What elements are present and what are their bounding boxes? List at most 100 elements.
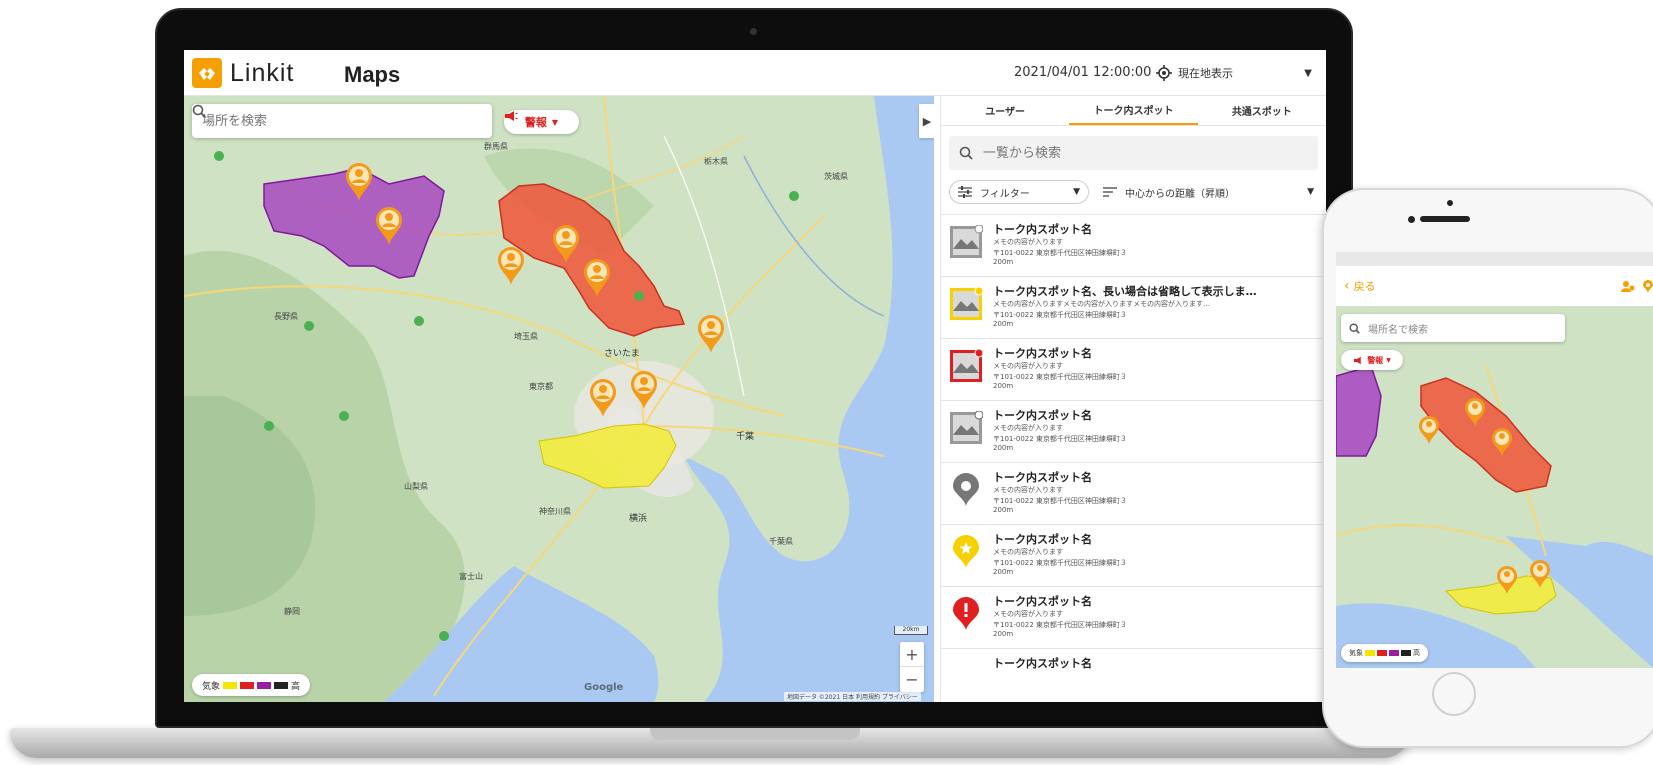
google-logo: Google xyxy=(584,682,624,693)
phone-nav-bar: ‹ 戻る xyxy=(1336,266,1653,306)
spot-title: トーク内スポット名 xyxy=(993,533,1092,546)
map-label: 横浜 xyxy=(629,514,648,524)
chevron-down-icon: ▼ xyxy=(1304,67,1312,79)
user-pin[interactable] xyxy=(496,246,526,286)
phone-map-view[interactable]: 場所名で検索 警報 ▼ 気象 高 xyxy=(1336,306,1653,668)
camera xyxy=(750,28,757,35)
spot-list: トーク内スポット名 メモの内容が入ります 〒101-0022 東京都千代田区神田… xyxy=(941,214,1326,702)
spot-list-item[interactable]: トーク内スポット名 メモの内容が入ります 〒101-0022 東京都千代田区神田… xyxy=(941,338,1326,400)
locate-dropdown[interactable]: 現在地表示 ▼ xyxy=(1156,60,1326,86)
map-search-box[interactable] xyxy=(192,104,492,138)
map-label: 東京都 xyxy=(529,382,553,391)
spot-address: 〒101-0022 東京都千代田区神田練塀町３ xyxy=(993,559,1127,567)
map-label: さいたま xyxy=(604,349,640,359)
map-label: 埼玉県 xyxy=(514,332,538,341)
user-pin[interactable] xyxy=(374,206,404,246)
user-pin[interactable] xyxy=(582,258,612,298)
spot-list-item[interactable]: トーク内スポット名、長い場合は省略して表示しま… メモの内容が入りますメモの内容… xyxy=(941,276,1326,338)
star-pin-icon xyxy=(949,535,983,569)
weather-legend: 気象 高 xyxy=(192,674,311,696)
phone-search-placeholder: 場所名で検索 xyxy=(1368,324,1428,336)
location-pin-icon xyxy=(949,473,983,507)
legend-swatch xyxy=(1401,650,1411,656)
alert-filter-button[interactable]: 警報 ▼ xyxy=(504,110,579,134)
megaphone-icon xyxy=(505,111,518,121)
map-attribution[interactable]: 地図データ ©2021 日本 利用規約 プライバシー xyxy=(784,692,921,701)
phone-alert-filter-button[interactable]: 警報 ▼ xyxy=(1341,350,1403,370)
logo-suffix: Maps xyxy=(344,62,401,87)
search-icon xyxy=(192,104,206,118)
spot-list-item[interactable]: トーク内スポット名 xyxy=(941,648,1326,702)
spot-distance: 200m xyxy=(993,382,1014,390)
spot-list-item[interactable]: トーク内スポット名 メモの内容が入ります 〒101-0022 東京都千代田区神田… xyxy=(941,462,1326,524)
phone-home-button[interactable] xyxy=(1432,672,1476,716)
back-button[interactable]: 戻る xyxy=(1354,278,1376,294)
user-pin[interactable] xyxy=(588,378,618,418)
legend-swatch xyxy=(1377,650,1387,656)
user-pin[interactable] xyxy=(344,162,374,202)
map-label: 茨城県 xyxy=(824,172,848,181)
filter-dropdown[interactable]: フィルター ▼ xyxy=(949,180,1089,204)
alert-filter-label: 警報 xyxy=(524,116,547,129)
tab-shared-spots[interactable]: 共通スポット xyxy=(1198,96,1326,125)
spot-address: 〒101-0022 東京都千代田区神田練塀町３ xyxy=(993,621,1127,629)
spot-list-item[interactable]: トーク内スポット名 メモの内容が入ります 〒101-0022 東京都千代田区神田… xyxy=(941,214,1326,276)
user-pin-icon xyxy=(584,259,610,297)
panel-toggle-button[interactable]: ▶ xyxy=(919,104,934,138)
zoom-in-button[interactable]: + xyxy=(900,642,924,667)
photo-icon xyxy=(949,348,984,383)
phone-weather-legend: 気象 高 xyxy=(1341,644,1428,662)
map-label: 静岡 xyxy=(284,607,300,616)
list-search-input[interactable] xyxy=(983,145,1223,161)
chevron-left-icon[interactable]: ‹ xyxy=(1344,278,1350,294)
phone-search-box[interactable]: 場所名で検索 xyxy=(1341,314,1565,342)
spot-list-item[interactable]: トーク内スポット名 メモの内容が入ります 〒101-0022 東京都千代田区神田… xyxy=(941,586,1326,648)
location-pin-icon[interactable] xyxy=(1643,279,1653,293)
spot-distance: 200m xyxy=(993,630,1014,638)
zoom-out-button[interactable]: − xyxy=(900,667,924,692)
photo-icon xyxy=(949,224,984,259)
spot-distance: 200m xyxy=(993,320,1014,328)
legend-swatch xyxy=(240,681,255,689)
user-location-icon[interactable] xyxy=(1621,280,1635,292)
map-label: 千葉県 xyxy=(769,537,793,546)
user-pin[interactable] xyxy=(696,314,726,354)
map-label: 富士山 xyxy=(459,572,483,581)
laptop-screen: Linkit Maps 2021/04/01 12:00:00 現在地表示 ▼ xyxy=(184,50,1326,702)
map-label: 栃木県 xyxy=(704,157,728,166)
chevron-down-icon: ▼ xyxy=(1073,187,1080,197)
locate-label: 現在地表示 xyxy=(1178,67,1233,80)
alert-pin-icon xyxy=(949,597,983,631)
spot-address: 〒101-0022 東京都千代田区神田練塀町３ xyxy=(993,249,1127,257)
spot-distance: 200m xyxy=(993,444,1014,452)
tab-users[interactable]: ユーザー xyxy=(941,96,1069,125)
user-pin-icon xyxy=(631,371,657,409)
legend-low-label: 気象 xyxy=(202,681,221,692)
spot-memo: メモの内容が入りますメモの内容が入りますメモの内容が入ります… xyxy=(993,300,1210,308)
user-pin[interactable] xyxy=(551,224,581,264)
tab-talk-spots[interactable]: トーク内スポット xyxy=(1069,96,1198,125)
spot-list-item[interactable]: トーク内スポット名 メモの内容が入ります 〒101-0022 東京都千代田区神田… xyxy=(941,400,1326,462)
phone-sensor xyxy=(1408,216,1415,223)
user-pin-icon xyxy=(553,225,579,263)
spot-list-item[interactable]: トーク内スポット名 メモの内容が入ります 〒101-0022 東京都千代田区神田… xyxy=(941,524,1326,586)
list-search-box[interactable] xyxy=(949,136,1318,170)
map-search-input[interactable] xyxy=(202,113,442,129)
legend-high-label: 高 xyxy=(291,681,301,692)
legend-swatch xyxy=(1389,650,1399,656)
map-label: 千葉 xyxy=(736,432,755,442)
user-pin-icon xyxy=(346,163,372,201)
spot-address: 〒101-0022 東京都千代田区神田練塀町３ xyxy=(993,373,1127,381)
photo-icon xyxy=(949,286,984,321)
user-pin-icon xyxy=(590,379,616,417)
spot-memo: メモの内容が入ります xyxy=(993,424,1063,432)
map-label: 群馬県 xyxy=(484,142,508,151)
map-view[interactable]: 群馬県 栃木県 茨城県 長野県 埼玉県 さいたま 東京都 千葉 神奈川県 山梨県… xyxy=(184,96,934,702)
list-controls: フィルター ▼ 中心からの距離（昇順） ▼ xyxy=(949,180,1318,204)
map-scale: 20km xyxy=(894,626,928,635)
sort-dropdown[interactable]: 中心からの距離（昇順） ▼ xyxy=(1099,180,1318,204)
user-pin[interactable] xyxy=(629,370,659,410)
legend-swatch xyxy=(1365,650,1375,656)
spot-distance: 200m xyxy=(993,506,1014,514)
chevron-right-icon: ▶ xyxy=(922,114,932,128)
